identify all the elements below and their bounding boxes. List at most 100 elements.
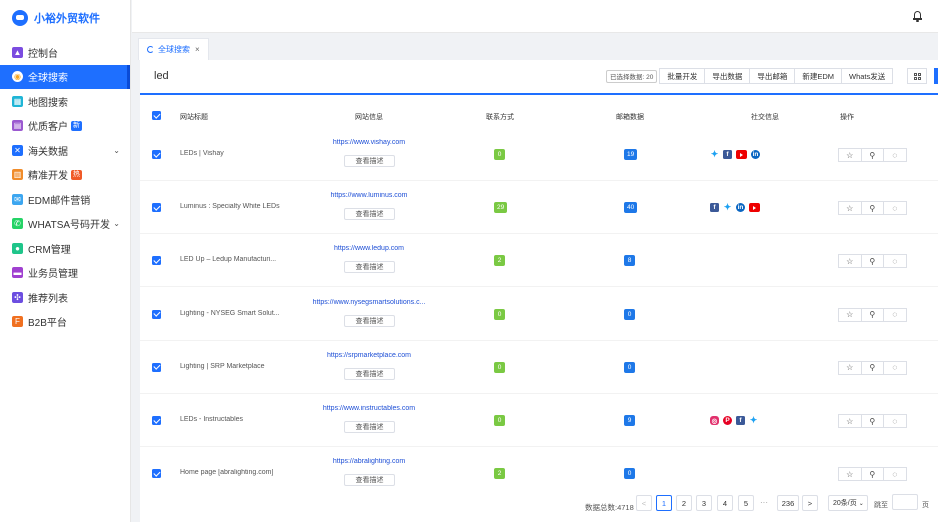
brand[interactable]: 小裕外贸软件 (0, 0, 130, 36)
prev-page-button[interactable]: < (636, 495, 652, 511)
table-row[interactable]: LED Up – Ledup Manufacturi... https://ww… (140, 234, 938, 288)
row-checkbox[interactable] (152, 256, 161, 266)
row-checkbox[interactable] (152, 362, 161, 372)
chevron-down-icon[interactable]: ⌄ (113, 219, 120, 228)
develop-icon[interactable]: ⚲ (860, 414, 884, 428)
sidebar-item-1[interactable]: ◉ 全球搜索 (0, 64, 130, 89)
last-page-button[interactable]: 236 (777, 495, 799, 511)
site-url-link[interactable]: https://www.vishay.com (294, 139, 444, 146)
email-count-badge[interactable]: 0 (624, 308, 635, 320)
develop-icon[interactable]: ⚲ (860, 201, 884, 216)
table-row[interactable]: Lighting - NYSEG Smart Solut... https://… (140, 288, 938, 341)
sidebar-item-2[interactable]: ▦ 地图搜索 (0, 89, 130, 114)
contact-count-badge[interactable]: 2 (494, 255, 505, 267)
star-icon[interactable]: ☆ (838, 467, 862, 482)
eye-off-icon[interactable]: ◌ (883, 360, 907, 375)
site-url-link[interactable]: https://srpmarketplace.com (294, 352, 444, 359)
contact-count-badge[interactable]: 2 (494, 468, 505, 480)
contact-count-badge[interactable]: 29 (494, 202, 508, 214)
email-count-badge[interactable]: 40 (624, 202, 638, 214)
facebook-icon[interactable]: f (736, 416, 745, 425)
email-count-badge[interactable]: 0 (624, 468, 635, 480)
twitter-icon[interactable]: ✦ (723, 202, 732, 212)
sidebar-item-5[interactable]: ▥ 精准开发热 (0, 163, 130, 188)
site-url-link[interactable]: https://www.instructables.com (294, 405, 444, 412)
develop-icon[interactable]: ⚲ (860, 360, 884, 375)
linkedin-icon[interactable]: in (751, 150, 760, 159)
close-icon[interactable]: × (195, 45, 200, 54)
site-url-link[interactable]: https://www.nysegsmartsolutions.c... (294, 299, 444, 306)
bell-icon[interactable] (913, 11, 922, 22)
view-description-button[interactable]: 查看描述 (344, 261, 395, 274)
table-row[interactable]: Luminus : Specialty White LEDs https://w… (140, 181, 938, 235)
table-row[interactable]: Lighting | SRP Marketplace https://srpma… (140, 341, 938, 394)
page-ellipsis[interactable]: ··· (760, 498, 768, 507)
instagram-icon[interactable]: ◎ (710, 416, 719, 425)
contact-count-badge[interactable]: 0 (494, 308, 505, 320)
site-url-link[interactable]: https://abralighting.com (294, 458, 444, 465)
view-description-button[interactable]: 查看描述 (344, 314, 395, 327)
email-count-badge[interactable]: 9 (624, 415, 635, 426)
facebook-icon[interactable]: f (723, 150, 732, 159)
develop-icon[interactable]: ⚲ (860, 307, 884, 322)
email-count-badge[interactable]: 19 (624, 149, 638, 160)
eye-off-icon[interactable]: ◌ (883, 467, 907, 482)
view-description-button[interactable]: 查看描述 (344, 208, 395, 221)
twitter-icon[interactable]: ✦ (749, 415, 758, 425)
star-icon[interactable]: ☆ (838, 254, 862, 269)
table-row[interactable]: LEDs | Vishay https://www.vishay.com 查看描… (140, 128, 938, 181)
sidebar-item-7[interactable]: ✆ WHATSA号码开发 ⌄ (0, 212, 130, 237)
youtube-icon[interactable] (749, 203, 760, 213)
view-description-button[interactable]: 查看描述 (344, 421, 395, 433)
sidebar-item-9[interactable]: ▬ 业务员管理 (0, 261, 130, 286)
table-row[interactable]: LEDs - Instructables https://www.instruc… (140, 394, 938, 447)
view-description-button[interactable]: 查看描述 (344, 474, 395, 487)
site-url-link[interactable]: https://www.ledup.com (294, 245, 444, 252)
page-3-button[interactable]: 3 (696, 495, 712, 511)
twitter-icon[interactable]: ✦ (710, 149, 719, 159)
sidebar-item-3[interactable]: ▤ 优质客户新 (0, 114, 130, 139)
new-edm-button[interactable]: 新建EDM (794, 68, 843, 84)
star-icon[interactable]: ☆ (838, 201, 862, 216)
next-page-button[interactable]: > (802, 495, 818, 511)
row-checkbox[interactable] (152, 309, 161, 319)
site-url-link[interactable]: https://www.luminus.com (294, 192, 444, 199)
email-count-badge[interactable]: 0 (624, 361, 635, 373)
pinterest-icon[interactable]: P (723, 416, 732, 425)
page-5-button[interactable]: 5 (738, 495, 754, 511)
eye-off-icon[interactable]: ◌ (883, 414, 907, 428)
eye-off-icon[interactable]: ◌ (883, 201, 907, 216)
linkedin-icon[interactable]: in (736, 203, 745, 213)
select-all-checkbox[interactable] (152, 111, 161, 120)
eye-off-icon[interactable]: ◌ (883, 307, 907, 322)
sidebar-item-4[interactable]: ✕ 海关数据 ⌄ (0, 138, 130, 163)
star-icon[interactable]: ☆ (838, 360, 862, 375)
contact-count-badge[interactable]: 0 (494, 361, 505, 373)
youtube-icon[interactable] (736, 150, 747, 159)
goto-page-input[interactable] (892, 494, 918, 510)
page-size-select[interactable]: 20条/页 ⌄ (828, 495, 868, 511)
list-view-button[interactable] (934, 68, 938, 84)
page-2-button[interactable]: 2 (676, 495, 692, 511)
chevron-down-icon[interactable]: ⌄ (113, 146, 120, 155)
grid-view-button[interactable] (907, 68, 927, 84)
sidebar-item-0[interactable]: ▲ 控制台 (0, 40, 130, 65)
star-icon[interactable]: ☆ (838, 148, 862, 162)
star-icon[interactable]: ☆ (838, 307, 862, 322)
page-4-button[interactable]: 4 (717, 495, 733, 511)
page-1-button[interactable]: 1 (656, 495, 672, 511)
email-count-badge[interactable]: 8 (624, 255, 635, 267)
eye-off-icon[interactable]: ◌ (883, 148, 907, 162)
sidebar-item-8[interactable]: ● CRM管理 (0, 236, 130, 261)
sidebar-item-6[interactable]: ✉ EDM邮件营销 (0, 187, 130, 212)
view-description-button[interactable]: 查看描述 (344, 367, 395, 380)
batch-develop-button[interactable]: 批量开发 (659, 68, 706, 84)
sidebar-item-10[interactable]: ✣ 推荐列表 (0, 285, 130, 310)
sidebar-item-11[interactable]: F B2B平台 (0, 310, 130, 335)
develop-icon[interactable]: ⚲ (860, 148, 884, 162)
facebook-icon[interactable]: f (710, 203, 719, 213)
star-icon[interactable]: ☆ (838, 414, 862, 428)
view-description-button[interactable]: 查看描述 (344, 155, 395, 167)
eye-off-icon[interactable]: ◌ (883, 254, 907, 269)
row-checkbox[interactable] (152, 469, 161, 479)
